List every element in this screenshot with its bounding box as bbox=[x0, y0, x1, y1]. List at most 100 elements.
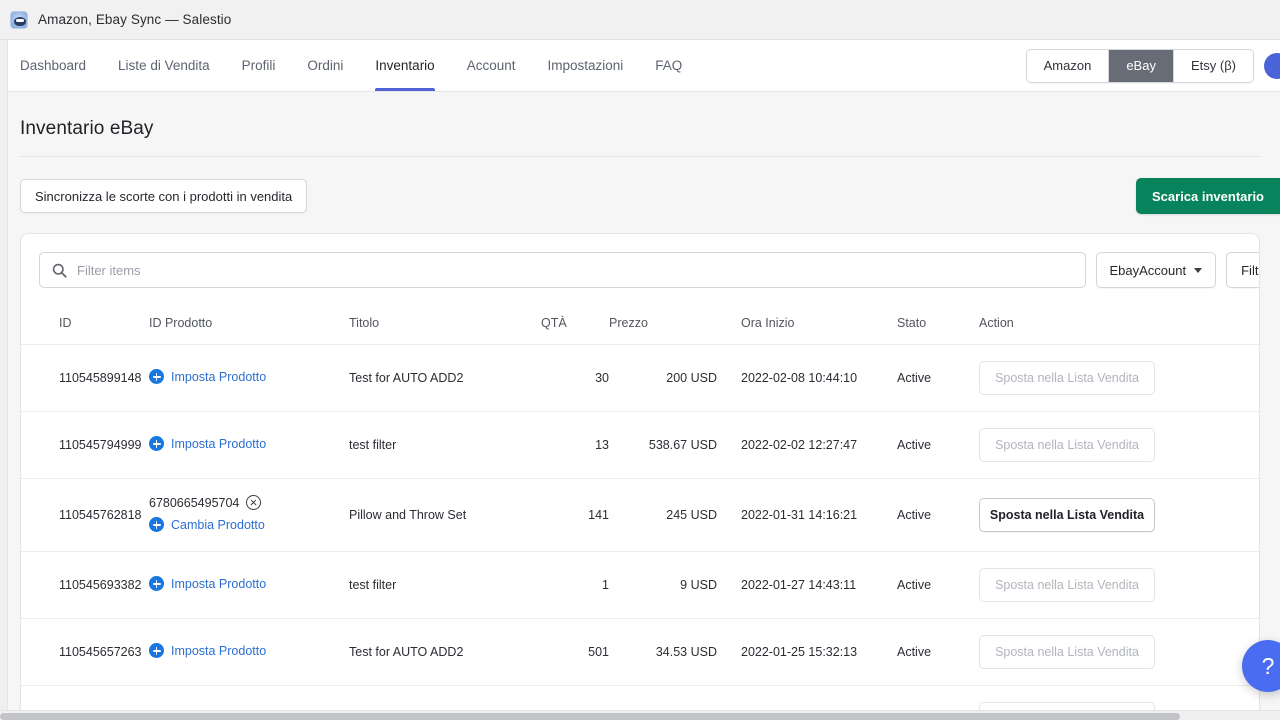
salestio-favicon-icon bbox=[10, 10, 28, 29]
nav-item-inventario[interactable]: Inventario bbox=[359, 40, 450, 91]
cell-start-time: 2022-01-31 14:16:21 bbox=[717, 478, 897, 552]
horizontal-scrollbar-thumb[interactable] bbox=[0, 713, 1180, 720]
table-row: 110545794999 Imposta Prodotto test filter 1… bbox=[21, 411, 1259, 479]
column-header-titolo: Titolo bbox=[349, 302, 541, 345]
product-link-label: Cambia Prodotto bbox=[171, 517, 265, 532]
cell-listing-id: 110545693382 bbox=[21, 551, 149, 619]
cell-quantity: 501 bbox=[541, 618, 609, 686]
cell-status: Active bbox=[897, 478, 979, 552]
cell-listing-id: 110545899148 bbox=[21, 344, 149, 412]
inventory-card: EbayAccount Filtro IDID ProdottoTitoloQT… bbox=[20, 233, 1260, 720]
nav-items: Dashboard Liste di Vendita Profili Ordini In… bbox=[20, 40, 698, 91]
cell-status: Active bbox=[897, 344, 979, 412]
remove-product-icon[interactable] bbox=[246, 495, 262, 510]
search-icon bbox=[52, 263, 67, 278]
page-title: Inventario eBay bbox=[20, 118, 154, 139]
plus-circle-icon bbox=[149, 517, 164, 532]
plus-circle-icon bbox=[149, 436, 164, 451]
product-id-row: 6780665495704 bbox=[149, 495, 349, 510]
cell-start-time: 2022-02-08 10:44:10 bbox=[717, 344, 897, 412]
ebay-account-dropdown[interactable]: EbayAccount bbox=[1095, 252, 1217, 288]
marketplace-button-amazon[interactable]: Amazon bbox=[1026, 49, 1110, 82]
cell-start-time: 2022-01-27 14:43:11 bbox=[717, 551, 897, 619]
column-header-id: ID bbox=[21, 302, 149, 345]
cell-status: Active bbox=[897, 551, 979, 619]
cell-product-id: 6780665495704 Cambia Prodotto bbox=[149, 478, 349, 552]
window-titlebar: Amazon, Ebay Sync — Salestio bbox=[0, 0, 1280, 40]
chevron-down-icon bbox=[1194, 267, 1203, 273]
change-product-link[interactable]: Cambia Prodotto bbox=[149, 517, 265, 532]
move-to-selling-list-button[interactable]: Sposta nella Lista Vendita bbox=[979, 498, 1155, 532]
cell-product-id: Imposta Prodotto bbox=[149, 411, 349, 479]
column-header-stato: Stato bbox=[897, 302, 979, 345]
cell-title: Test for AUTO ADD2 bbox=[349, 618, 541, 686]
filter-button[interactable]: Filtro bbox=[1226, 252, 1259, 288]
column-header-qt-: QTÀ bbox=[541, 302, 609, 345]
nav-item-profili[interactable]: Profili bbox=[226, 40, 292, 91]
move-to-selling-list-button: Sposta nella Lista Vendita bbox=[979, 568, 1155, 602]
marketplace-button-etsy[interactable]: Etsy (β) bbox=[1173, 49, 1253, 82]
cell-title: test filter bbox=[349, 411, 541, 479]
cell-listing-id: 110545794999 bbox=[21, 411, 149, 479]
main-navigation: Dashboard Liste di Vendita Profili Ordini In… bbox=[0, 40, 1280, 92]
download-inventory-button[interactable]: Scarica inventario bbox=[1136, 178, 1280, 214]
table-row: 110545762818 6780665495704 Cambia Prodotto… bbox=[21, 478, 1259, 552]
product-link-label: Imposta Prodotto bbox=[171, 436, 267, 451]
product-id-value: 6780665495704 bbox=[149, 495, 240, 510]
cell-quantity: 13 bbox=[541, 411, 609, 479]
search-field-wrapper[interactable] bbox=[39, 252, 1086, 288]
move-to-selling-list-button: Sposta nella Lista Vendita bbox=[979, 635, 1155, 669]
plus-circle-icon bbox=[149, 369, 164, 384]
marketplace-toggle: Amazon eBay Etsy (β) bbox=[1025, 48, 1254, 83]
cell-price: 9 USD bbox=[609, 551, 717, 619]
nav-item-dashboard[interactable]: Dashboard bbox=[20, 40, 102, 91]
cell-start-time: 2022-01-25 15:32:13 bbox=[717, 618, 897, 686]
cell-action: Sposta nella Lista Vendita bbox=[979, 344, 1259, 412]
set-product-link[interactable]: Imposta Prodotto bbox=[149, 369, 266, 384]
inventory-table-head: ID ID Prodotto Titolo QTÀ Prezzo Ora Inizio St… bbox=[21, 302, 1259, 345]
cell-action: Sposta nella Lista Vendita bbox=[979, 411, 1259, 479]
cell-status: Active bbox=[897, 411, 979, 479]
page-content: Inventario eBay Sincronizza le scorte co… bbox=[0, 92, 1280, 720]
cell-product-id: Imposta Prodotto bbox=[149, 344, 349, 412]
move-to-selling-list-button: Sposta nella Lista Vendita bbox=[979, 361, 1155, 395]
plus-circle-icon bbox=[149, 643, 164, 658]
sync-stock-button[interactable]: Sincronizza le scorte con i prodotti in … bbox=[20, 179, 308, 213]
product-link-label: Imposta Prodotto bbox=[171, 369, 267, 384]
product-link-label: Imposta Prodotto bbox=[171, 576, 267, 591]
horizontal-scrollbar[interactable] bbox=[0, 710, 1280, 720]
nav-item-account[interactable]: Account bbox=[451, 40, 532, 91]
search-input[interactable] bbox=[77, 262, 1073, 278]
plus-circle-icon bbox=[149, 576, 164, 591]
page-action-row: Sincronizza le scorte con i prodotti in … bbox=[20, 157, 1280, 233]
nav-item-liste-di-vendita[interactable]: Liste di Vendita bbox=[102, 40, 226, 91]
left-scroll-strip[interactable] bbox=[0, 40, 8, 720]
cell-price: 538.67 USD bbox=[609, 411, 717, 479]
inventory-toolbar: EbayAccount Filtro bbox=[21, 234, 1259, 302]
column-header-prezzo: Prezzo bbox=[609, 302, 717, 345]
column-header-action: Action bbox=[979, 302, 1259, 345]
user-avatar[interactable] bbox=[1264, 52, 1280, 79]
cell-title: Test for AUTO ADD2 bbox=[349, 344, 541, 412]
nav-right-controls: Amazon eBay Etsy (β) bbox=[1025, 40, 1280, 91]
cell-product-id: Imposta Prodotto bbox=[149, 618, 349, 686]
set-product-link[interactable]: Imposta Prodotto bbox=[149, 576, 266, 591]
marketplace-button-ebay[interactable]: eBay bbox=[1109, 49, 1174, 82]
column-header-id-prodotto: ID Prodotto bbox=[149, 302, 349, 345]
nav-item-ordini[interactable]: Ordini bbox=[291, 40, 359, 91]
product-link-label: Imposta Prodotto bbox=[171, 643, 267, 658]
nav-item-faq[interactable]: FAQ bbox=[639, 40, 698, 91]
nav-item-impostazioni[interactable]: Impostazioni bbox=[531, 40, 639, 91]
cell-quantity: 30 bbox=[541, 344, 609, 412]
move-to-selling-list-button: Sposta nella Lista Vendita bbox=[979, 428, 1155, 462]
cell-price: 245 USD bbox=[609, 478, 717, 552]
cell-listing-id: 110545657263 bbox=[21, 618, 149, 686]
table-header-row: ID ID Prodotto Titolo QTÀ Prezzo Ora Inizio St… bbox=[21, 302, 1259, 345]
cell-price: 200 USD bbox=[609, 344, 717, 412]
cell-action: Sposta nella Lista Vendita bbox=[979, 478, 1259, 552]
cell-action: Sposta nella Lista Vendita bbox=[979, 551, 1259, 619]
set-product-link[interactable]: Imposta Prodotto bbox=[149, 436, 266, 451]
set-product-link[interactable]: Imposta Prodotto bbox=[149, 643, 266, 658]
cell-status: Active bbox=[897, 618, 979, 686]
column-header-ora-inizio: Ora Inizio bbox=[717, 302, 897, 345]
